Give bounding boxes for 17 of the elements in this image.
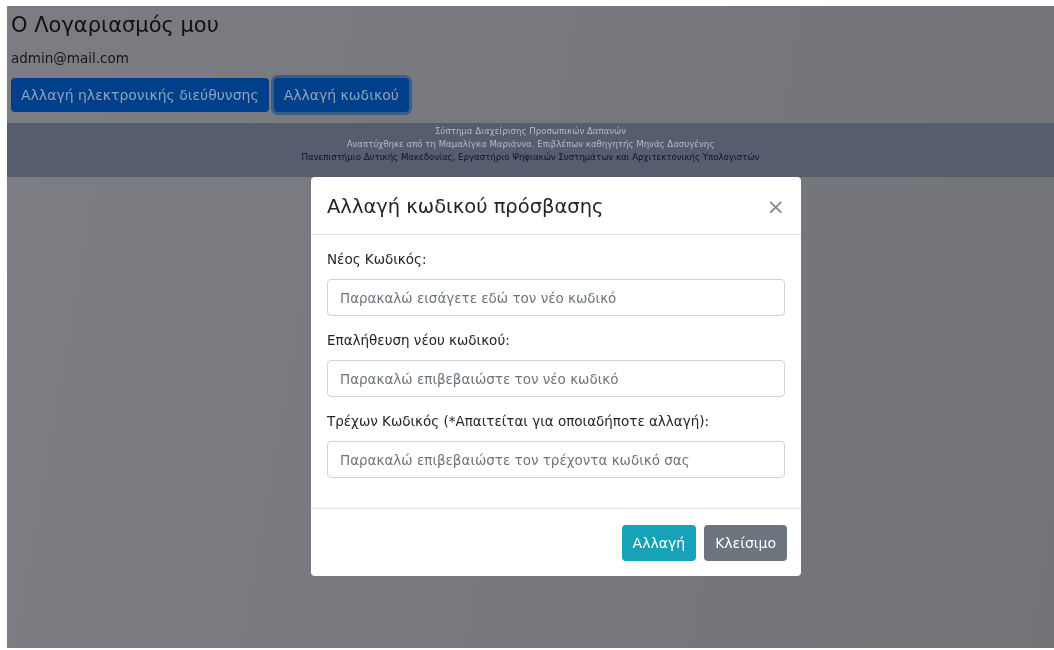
close-button[interactable]: × [766,195,785,218]
dialog-button[interactable]: Κλείσιμο [704,525,787,561]
password-field[interactable]: Παρακαλώ επιβεβαιώστε τον νέο κωδικό [327,360,785,397]
modal-title: Αλλαγή κωδικού πρόσβασης [327,195,604,218]
footer-text: Αναπτύχθηκε από τη Μαμαλίγκα Μαριάννα. Επιβλέπων καθηγητής Μηνάς Δασυγένης [345,138,716,151]
field-label: Επαλήθευση νέου κωδικού: [327,332,511,348]
password-field[interactable]: Παρακαλώ επιβεβαιώστε τον τρέχοντα κωδικό σας [327,441,785,478]
page-button[interactable]: Αλλαγή ηλεκτρονικής διεύθυνσης [11,78,269,112]
dialog-button[interactable]: Αλλαγή [621,525,697,561]
password-field[interactable]: Παρακαλώ εισάγετε εδώ τον νέο κωδικό [327,279,785,316]
field-label: Τρέχων Κωδικός (*Απαιτείται για οποιαδήποτε αλλαγή): [327,413,711,429]
account-email: admin@mail.com [11,50,130,66]
page-title: Ο Λογαριασμός μου [11,12,220,39]
field-label: Νέος Κωδικός: [327,251,428,267]
footer-text: Πανεπιστήμιο Δυτικής Μακεδονίας, Εργαστήριο Ψηφιακών Συστημάτων και Αρχιτεκτονικής Υπολογιστών [300,151,761,164]
page-button[interactable]: Αλλαγή κωδικού [273,78,409,112]
footer-text: Σύστημα Διαχείρισης Προσωπικών Δαπανών [433,125,628,138]
